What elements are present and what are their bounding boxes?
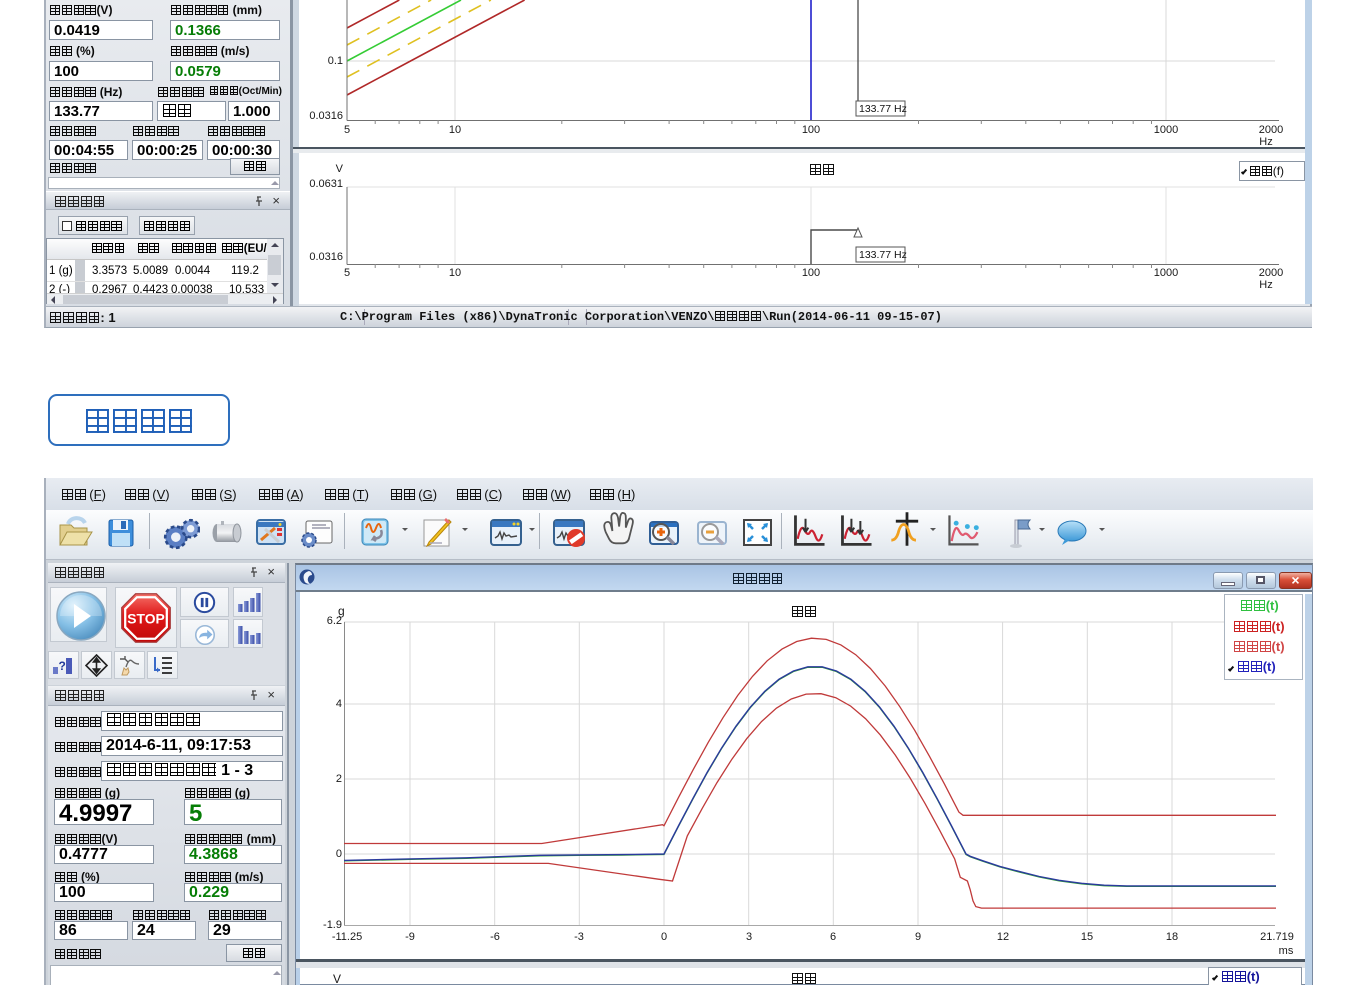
svg-text:STOP: STOP — [127, 611, 164, 627]
svg-text:?: ? — [59, 659, 66, 673]
svg-text:133.77 Hz: 133.77 Hz — [859, 103, 907, 115]
svg-text:133.77 Hz: 133.77 Hz — [859, 249, 907, 261]
